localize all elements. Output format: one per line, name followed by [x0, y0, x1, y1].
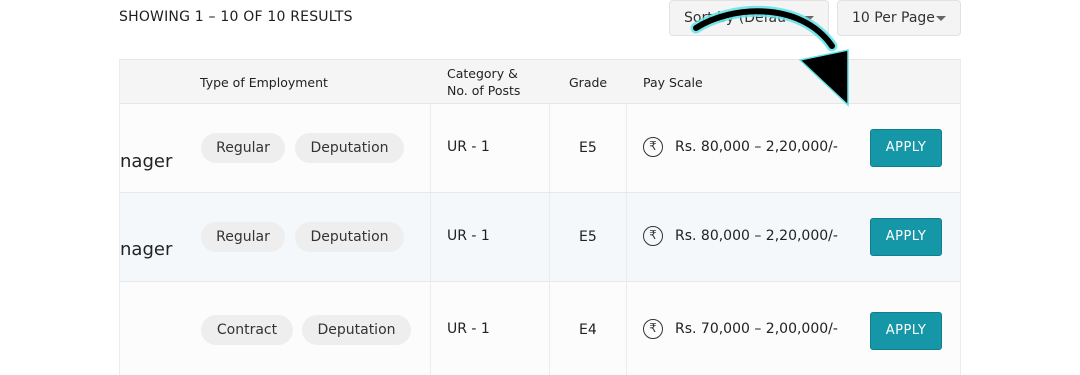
pay-scale-value: Rs. 80,000 – 2,20,000/- [675, 139, 838, 155]
apply-button[interactable]: APPLY [870, 129, 942, 167]
chevron-down-icon [936, 16, 946, 21]
column-divider [430, 282, 431, 375]
column-divider [626, 104, 627, 192]
job-title: nager [120, 151, 173, 172]
rupee-icon: ₹ [643, 226, 663, 246]
header-category-line2: No. of Posts [447, 83, 521, 98]
results-count-label: SHOWING 1 – 10 OF 10 RESULTS [119, 9, 353, 25]
grade-value: E5 [579, 229, 597, 245]
table-row: nager Regular Deputation UR - 1 E5 ₹ Rs.… [120, 104, 960, 193]
column-divider [430, 104, 431, 192]
column-divider [549, 193, 550, 281]
column-divider [626, 193, 627, 281]
employment-tag: Regular [201, 133, 285, 163]
header-employment-type: Type of Employment [200, 75, 328, 90]
pay-scale-value: Rs. 70,000 – 2,00,000/- [675, 321, 838, 337]
table-row: nager Regular Deputation UR - 1 E5 ₹ Rs.… [120, 193, 960, 282]
column-divider [549, 104, 550, 192]
employment-tag: Regular [201, 222, 285, 252]
header-grade: Grade [569, 75, 608, 90]
rupee-icon: ₹ [643, 319, 663, 339]
employment-tag: Deputation [295, 222, 404, 252]
apply-button[interactable]: APPLY [870, 218, 942, 256]
category-posts: UR - 1 [447, 228, 490, 244]
grade-value: E5 [579, 140, 597, 156]
category-posts: UR - 1 [447, 139, 490, 155]
rupee-icon: ₹ [643, 137, 663, 157]
pay-scale-value: Rs. 80,000 – 2,20,000/- [675, 228, 838, 244]
results-toolbar: SHOWING 1 – 10 OF 10 RESULTS Sort by (De… [0, 0, 1080, 40]
header-category-line1: Category & [447, 66, 518, 81]
apply-button[interactable]: APPLY [870, 312, 942, 350]
category-posts: UR - 1 [447, 321, 490, 337]
arrow-annotation-icon [690, 5, 849, 107]
column-divider [549, 282, 550, 375]
column-divider [430, 193, 431, 281]
grade-value: E4 [579, 322, 597, 338]
table-row: Contract Deputation UR - 1 E4 ₹ Rs. 70,0… [120, 282, 960, 375]
job-title: nager [120, 239, 173, 260]
employment-tag: Deputation [302, 315, 411, 345]
employment-tag: Contract [201, 315, 293, 345]
per-page-dropdown-label: 10 Per Page [852, 10, 935, 26]
employment-tag: Deputation [295, 133, 404, 163]
column-divider [626, 282, 627, 375]
